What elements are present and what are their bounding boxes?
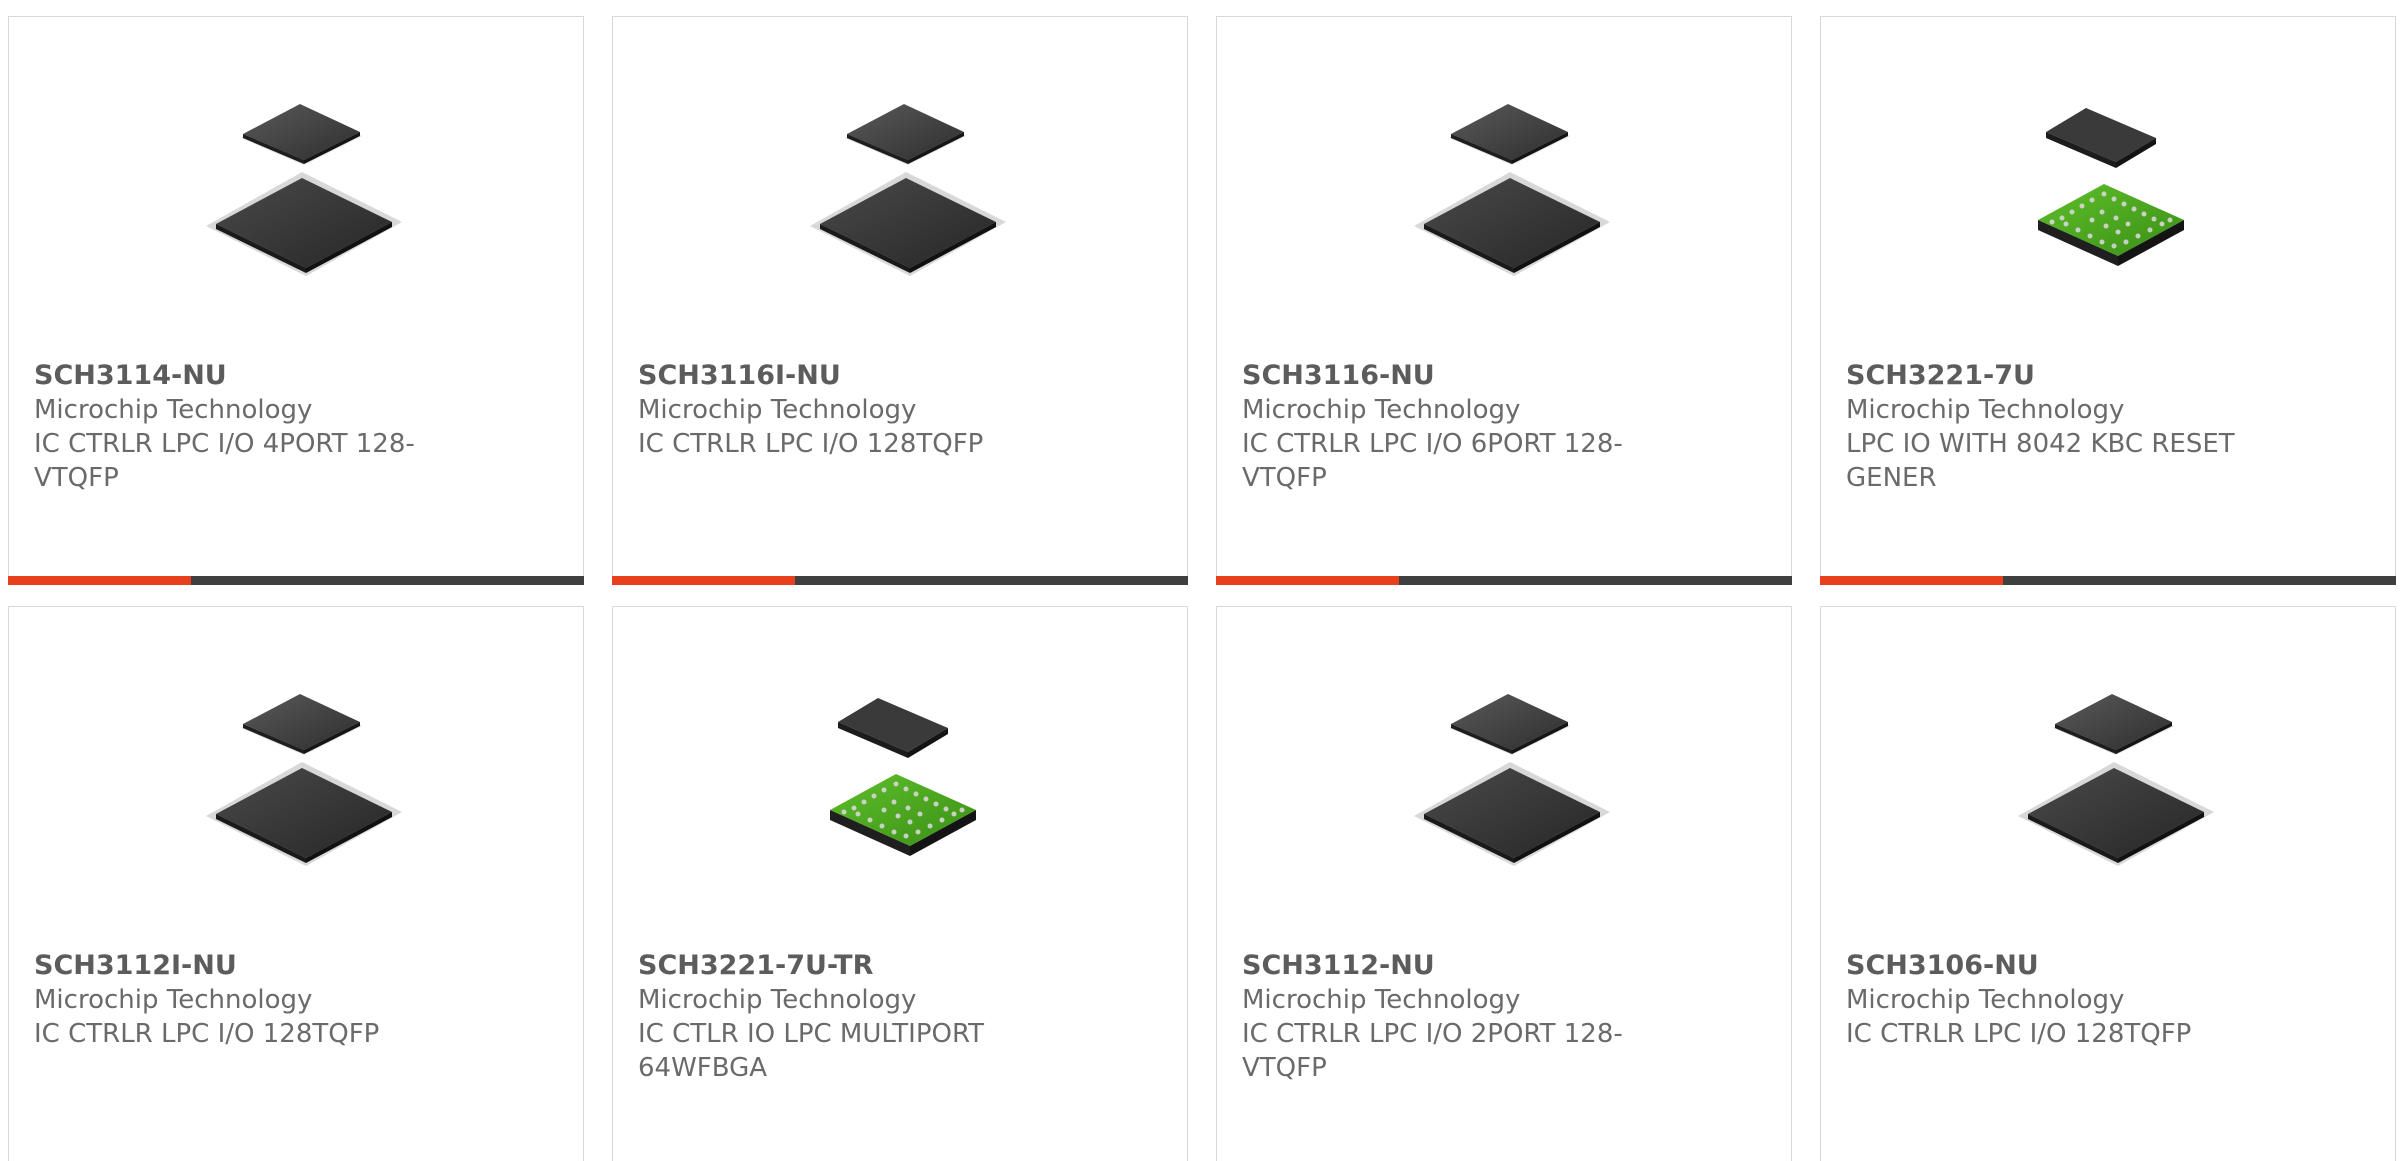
product-card[interactable]: SCH3114-NU Microchip Technology IC CTRLR… [8, 16, 584, 585]
manufacturer: Microchip Technology [638, 985, 917, 1015]
part-number[interactable]: SCH3221-7U [1846, 359, 2266, 393]
description: IC CTLR IO LPC MULTIPORT 64WFBGA [638, 1019, 985, 1083]
part-number[interactable]: SCH3112-NU [1242, 949, 1662, 983]
product-info: SCH3112-NU Microchip Technology IC CTRLR… [1242, 949, 1662, 1085]
qfp-chip-icon[interactable] [2006, 678, 2218, 884]
product-card[interactable]: SCH3116-NU Microchip Technology IC CTRLR… [1216, 16, 1792, 585]
product-card[interactable]: SCH3106-NU Microchip Technology IC CTRLR… [1820, 606, 2396, 1161]
part-number[interactable]: SCH3112I-NU [34, 949, 454, 983]
card-bottom-bar [1216, 576, 1792, 585]
manufacturer: Microchip Technology [1242, 395, 1521, 425]
product-card[interactable]: SCH3112I-NU Microchip Technology IC CTRL… [8, 606, 584, 1161]
product-info: SCH3116-NU Microchip Technology IC CTRLR… [1242, 359, 1662, 495]
product-card[interactable]: SCH3116I-NU Microchip Technology IC CTRL… [612, 16, 1188, 585]
part-number[interactable]: SCH3221-7U-TR [638, 949, 1058, 983]
manufacturer: Microchip Technology [1242, 985, 1521, 1015]
part-number[interactable]: SCH3116-NU [1242, 359, 1662, 393]
description: IC CTRLR LPC I/O 128TQFP [638, 429, 984, 459]
product-info: SCH3116I-NU Microchip Technology IC CTRL… [638, 359, 1058, 461]
description: IC CTRLR LPC I/O 128TQFP [34, 1019, 380, 1049]
manufacturer: Microchip Technology [1846, 985, 2125, 1015]
description: LPC IO WITH 8042 KBC RESET GENER [1846, 429, 2235, 493]
product-info: SCH3221-7U Microchip Technology LPC IO W… [1846, 359, 2266, 495]
product-info: SCH3112I-NU Microchip Technology IC CTRL… [34, 949, 454, 1051]
qfp-chip-icon[interactable] [1402, 88, 1614, 294]
card-accent-bar [1216, 576, 1399, 585]
qfp-chip-icon[interactable] [798, 88, 1010, 294]
manufacturer: Microchip Technology [1846, 395, 2125, 425]
product-info: SCH3114-NU Microchip Technology IC CTRLR… [34, 359, 454, 495]
product-card[interactable]: SCH3221-7U Microchip Technology LPC IO W… [1820, 16, 2396, 585]
description: IC CTRLR LPC I/O 6PORT 128-VTQFP [1242, 429, 1623, 493]
qfp-chip-icon[interactable] [1402, 678, 1614, 884]
description: IC CTRLR LPC I/O 2PORT 128-VTQFP [1242, 1019, 1623, 1083]
bga-chip-icon[interactable] [798, 678, 1010, 884]
bga-chip-icon[interactable] [2006, 88, 2218, 294]
card-accent-bar [8, 576, 191, 585]
card-accent-bar [1820, 576, 2003, 585]
manufacturer: Microchip Technology [638, 395, 917, 425]
part-number[interactable]: SCH3114-NU [34, 359, 454, 393]
part-number[interactable]: SCH3106-NU [1846, 949, 2266, 983]
product-card[interactable]: SCH3112-NU Microchip Technology IC CTRLR… [1216, 606, 1792, 1161]
card-bottom-bar [1820, 576, 2396, 585]
manufacturer: Microchip Technology [34, 985, 313, 1015]
description: IC CTRLR LPC I/O 128TQFP [1846, 1019, 2192, 1049]
description: IC CTRLR LPC I/O 4PORT 128-VTQFP [34, 429, 415, 493]
product-card[interactable]: SCH3221-7U-TR Microchip Technology IC CT… [612, 606, 1188, 1161]
part-number[interactable]: SCH3116I-NU [638, 359, 1058, 393]
qfp-chip-icon[interactable] [194, 88, 406, 294]
manufacturer: Microchip Technology [34, 395, 313, 425]
card-bottom-bar [8, 576, 584, 585]
product-grid: SCH3114-NU Microchip Technology IC CTRLR… [0, 0, 2400, 1161]
product-info: SCH3106-NU Microchip Technology IC CTRLR… [1846, 949, 2266, 1051]
qfp-chip-icon[interactable] [194, 678, 406, 884]
card-bottom-bar [612, 576, 1188, 585]
card-accent-bar [612, 576, 795, 585]
product-info: SCH3221-7U-TR Microchip Technology IC CT… [638, 949, 1058, 1085]
